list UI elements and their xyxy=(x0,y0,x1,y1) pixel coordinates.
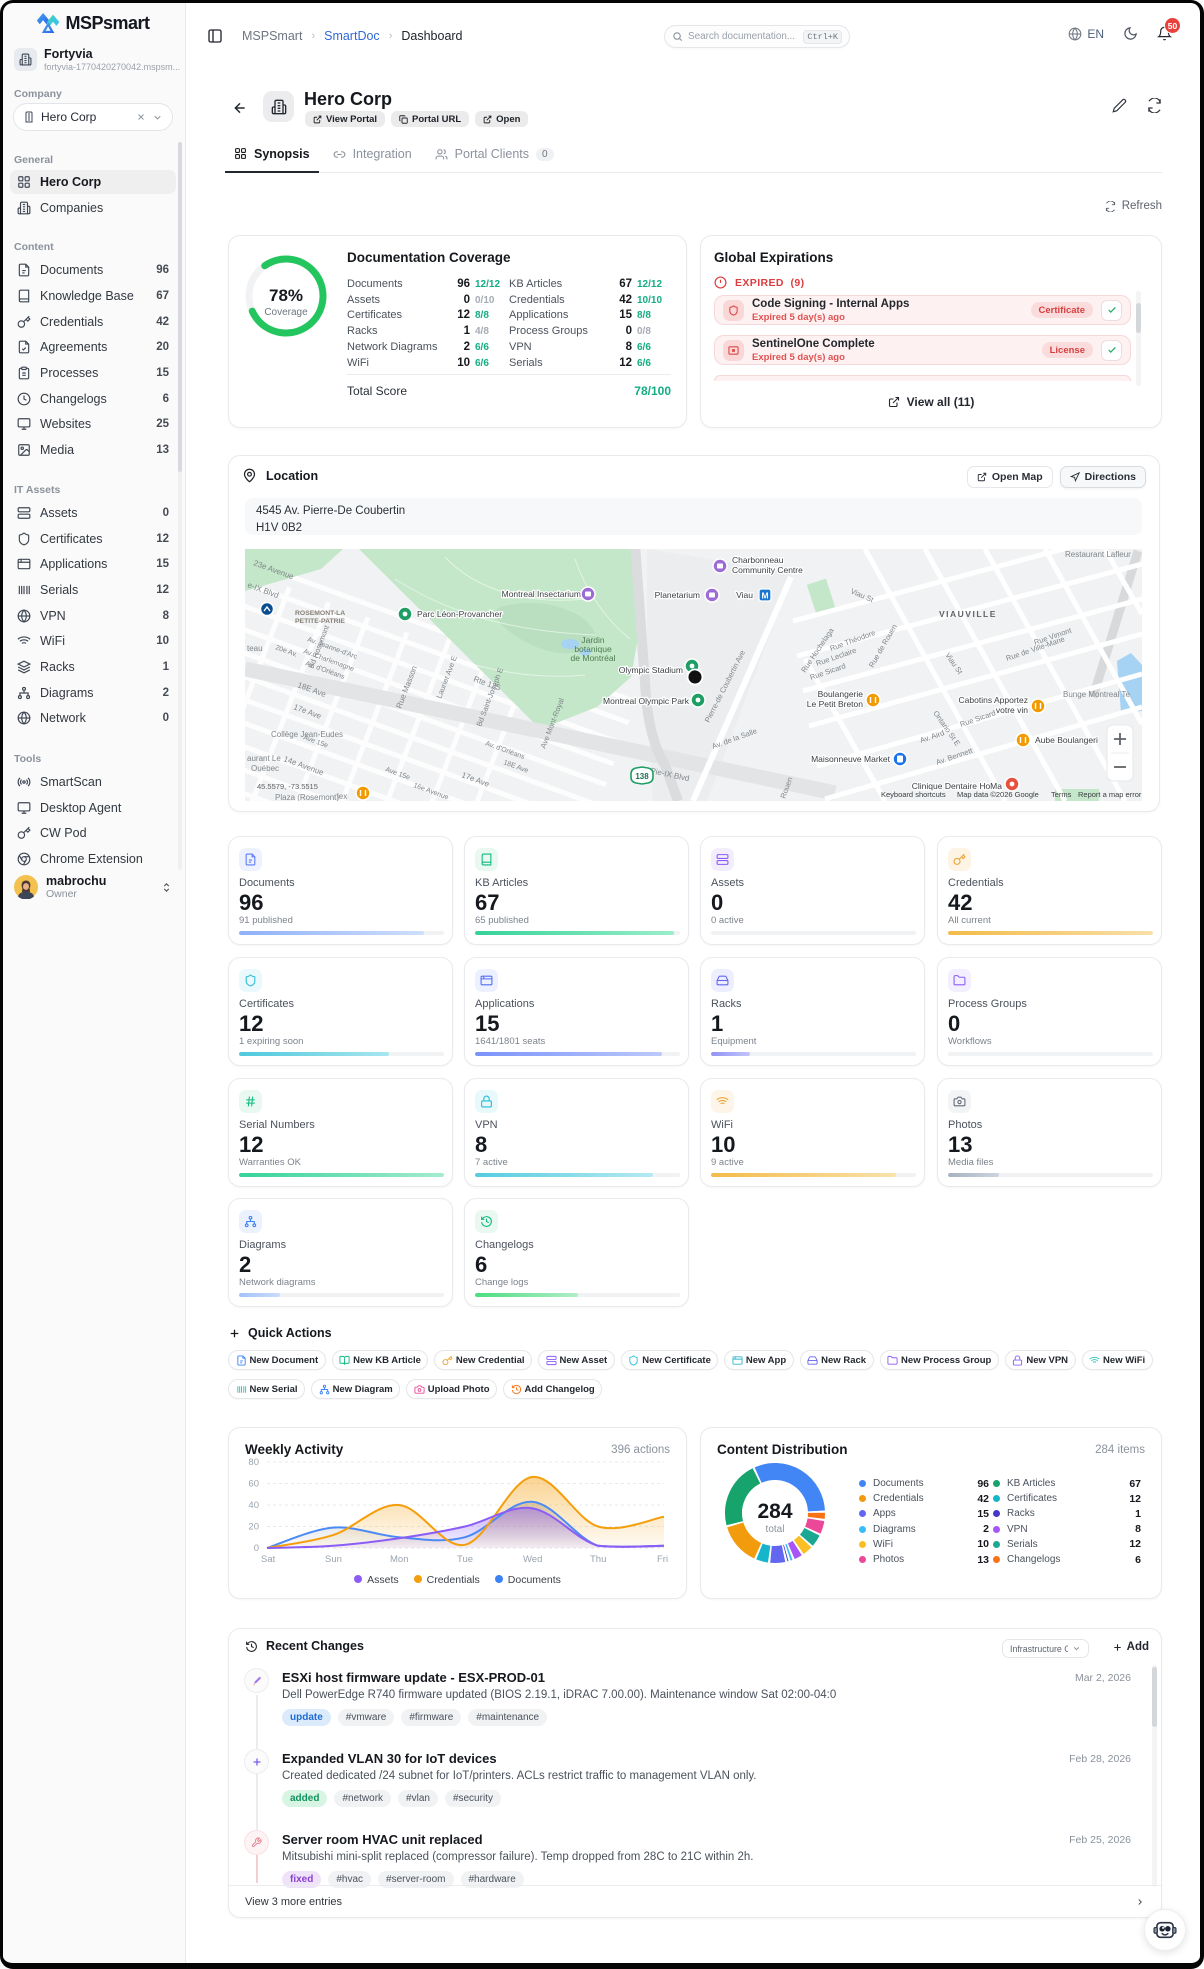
svg-text:Wed: Wed xyxy=(523,1554,542,1565)
svg-text:0: 0 xyxy=(254,1543,259,1554)
svg-text:Mon: Mon xyxy=(390,1554,408,1565)
svg-text:284: 284 xyxy=(757,1500,792,1523)
svg-text:40: 40 xyxy=(248,1500,259,1511)
svg-text:Tue: Tue xyxy=(457,1554,473,1565)
svg-text:Fri: Fri xyxy=(657,1554,668,1565)
svg-text:Parc Léon-Provancher: Parc Léon-Provancher xyxy=(417,609,502,619)
svg-text:45.5579, -73.5515: 45.5579, -73.5515 xyxy=(257,782,318,791)
svg-text:Sat: Sat xyxy=(261,1554,276,1565)
svg-text:votre vin: votre vin xyxy=(996,705,1028,715)
svg-text:Coverage: Coverage xyxy=(264,307,308,318)
svg-text:Boulangerie: Boulangerie xyxy=(818,689,864,699)
svg-text:M: M xyxy=(761,591,768,601)
svg-text:Maisonneuve Market: Maisonneuve Market xyxy=(811,754,891,764)
svg-text:Le Petit Breton: Le Petit Breton xyxy=(807,699,864,709)
svg-text:Aube Boulangeri: Aube Boulangeri xyxy=(1035,735,1098,745)
svg-text:Charbonneau: Charbonneau xyxy=(732,555,784,565)
svg-text:Plaza (Rosemont): Plaza (Rosemont) xyxy=(275,793,339,801)
svg-text:Thu: Thu xyxy=(590,1554,606,1565)
svg-text:Restaurant Lafleur: Restaurant Lafleur xyxy=(1065,550,1131,559)
svg-text:Montreal Olympic Park: Montreal Olympic Park xyxy=(603,696,690,706)
svg-text:Ouébec: Ouébec xyxy=(251,764,279,773)
svg-text:Montreal Insectarium: Montreal Insectarium xyxy=(502,589,581,599)
svg-text:Sun: Sun xyxy=(325,1554,342,1565)
svg-text:Olympic Stadium: Olympic Stadium xyxy=(619,665,683,675)
svg-text:Map data ©2026 Google: Map data ©2026 Google xyxy=(957,790,1039,799)
svg-text:Community Centre: Community Centre xyxy=(732,565,803,575)
svg-text:Planetarium: Planetarium xyxy=(655,590,700,600)
svg-text:Viau: Viau xyxy=(736,590,753,600)
svg-text:PETITE-PATRIE: PETITE-PATRIE xyxy=(295,618,345,625)
svg-text:de Montréal: de Montréal xyxy=(571,653,616,663)
svg-text:Cabotins Apportez: Cabotins Apportez xyxy=(959,695,1028,705)
svg-text:aurant Le: aurant Le xyxy=(247,754,281,763)
svg-text:Bunge Montreal Te: Bunge Montreal Te xyxy=(1063,690,1131,699)
svg-text:Collège Jean-Eudes: Collège Jean-Eudes xyxy=(271,730,343,739)
svg-text:60: 60 xyxy=(248,1479,259,1490)
svg-text:teau: teau xyxy=(247,644,263,653)
svg-text:Terms: Terms xyxy=(1051,790,1072,799)
svg-text:VIAUVILLE: VIAUVILLE xyxy=(939,609,997,619)
svg-text:Keyboard shortcuts: Keyboard shortcuts xyxy=(881,790,946,799)
svg-text:78%: 78% xyxy=(269,286,303,305)
svg-text:80: 80 xyxy=(248,1457,259,1468)
svg-text:total: total xyxy=(766,1524,785,1535)
svg-text:Report a map error: Report a map error xyxy=(1078,790,1142,799)
svg-text:20: 20 xyxy=(248,1522,259,1533)
svg-text:ROSEMONT-LA: ROSEMONT-LA xyxy=(295,610,345,617)
svg-text:138: 138 xyxy=(635,772,649,781)
